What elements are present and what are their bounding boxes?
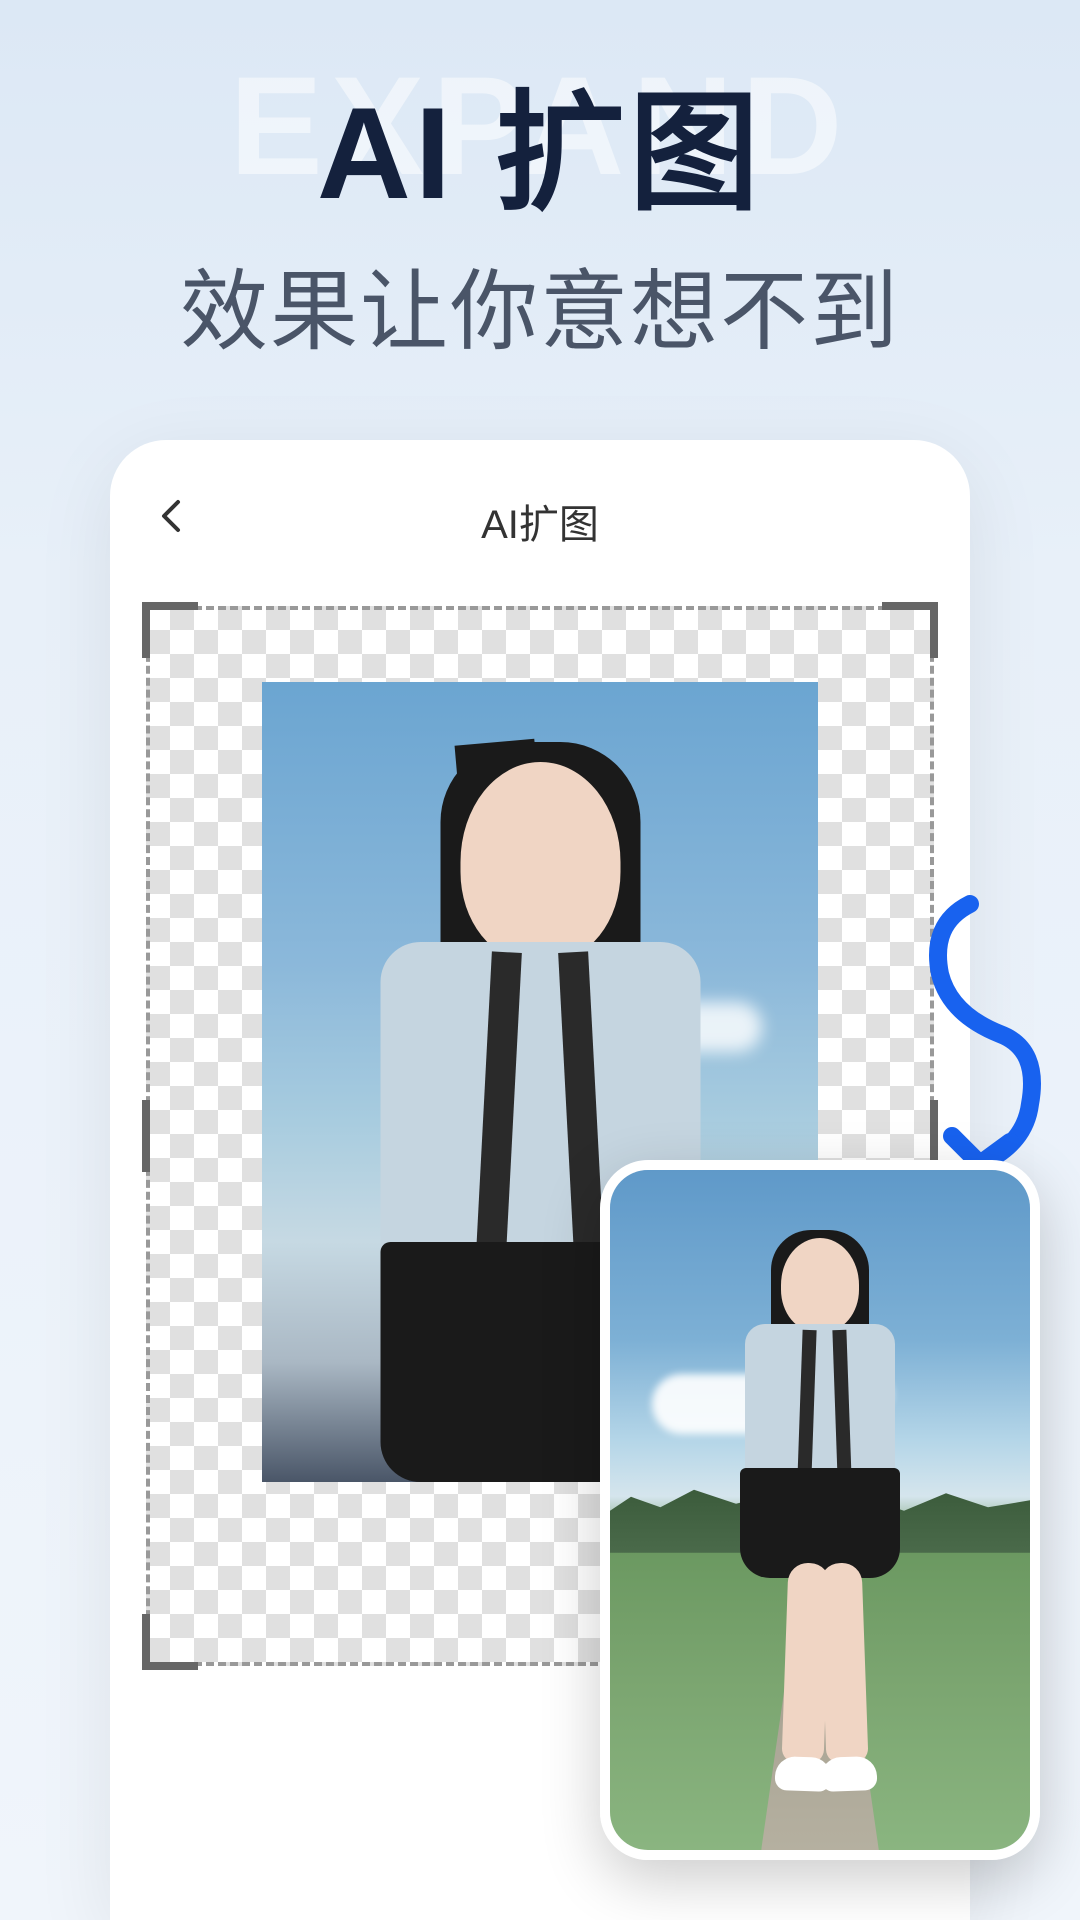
headline-main-text: AI 扩图 [0, 75, 1080, 231]
headline-container: AI 扩图 效果让你意想不到 [0, 0, 1080, 368]
result-person [694, 1238, 946, 1816]
curly-arrow-icon [880, 884, 1080, 1204]
phone-screen-title: AI扩图 [481, 492, 599, 550]
back-button[interactable] [158, 496, 186, 546]
chevron-left-icon [158, 496, 186, 536]
headline-sub-text: 效果让你意想不到 [0, 241, 1080, 368]
phone-header: AI扩图 [146, 484, 934, 586]
result-preview-card [600, 1160, 1040, 1860]
